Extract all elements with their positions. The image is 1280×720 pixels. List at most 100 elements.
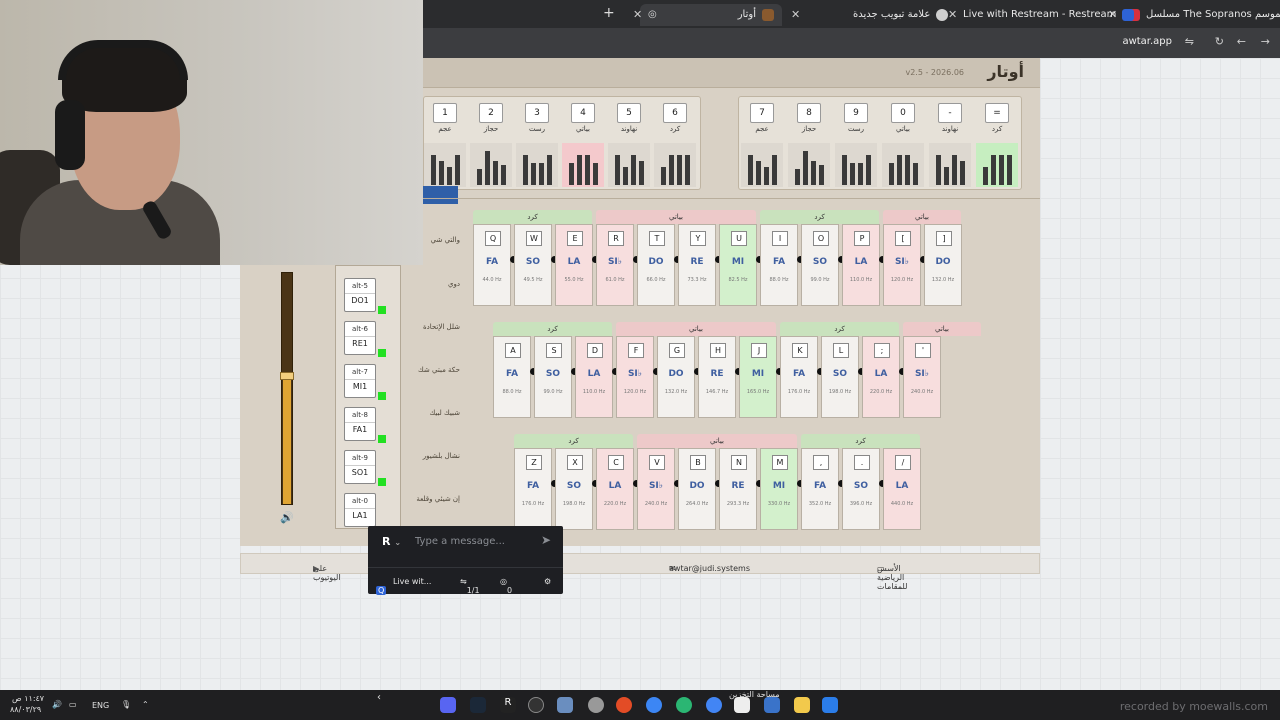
volume-slider-handle[interactable] [280, 372, 294, 380]
note-key[interactable]: ' SI♭ 240.0 Hz [903, 336, 941, 418]
note-key[interactable]: M MI 330.0 Hz [760, 448, 798, 530]
alt-key[interactable]: alt-0 LA1 [344, 493, 376, 527]
preset-9[interactable]: 9 رست [835, 103, 877, 187]
forward-icon[interactable]: → [1261, 35, 1270, 48]
preset-bars [470, 143, 512, 187]
note-key[interactable]: E LA 55.0 Hz [555, 224, 593, 306]
language-indicator[interactable]: ENG [92, 701, 109, 710]
chrome-alt-icon[interactable] [676, 697, 692, 713]
send-icon[interactable]: ➤ [541, 533, 551, 547]
divider [423, 198, 1040, 199]
note-key[interactable]: V SI♭ 240.0 Hz [637, 448, 675, 530]
chevron-left-icon[interactable]: ‹ [377, 692, 381, 703]
note-key[interactable]: X SO 198.0 Hz [555, 448, 593, 530]
preset-4[interactable]: 4 بياتي [562, 103, 604, 187]
alt-key[interactable]: alt-7 MI1 [344, 364, 376, 398]
steam-icon[interactable] [470, 697, 486, 713]
preset-3[interactable]: 3 رست [516, 103, 558, 187]
discord-icon[interactable] [440, 697, 456, 713]
browser-tab-sopranos[interactable]: مسلسل The Sopranos الموسم [1120, 4, 1280, 26]
note-key[interactable]: G DO 132.0 Hz [657, 336, 695, 418]
note-key[interactable]: T DO 66.0 Hz [637, 224, 675, 306]
note-key[interactable]: H RE 146.7 Hz [698, 336, 736, 418]
note-key[interactable]: Y RE 73.3 Hz [678, 224, 716, 306]
note-key[interactable]: ; LA 220.0 Hz [862, 336, 900, 418]
note-key[interactable]: . SO 396.0 Hz [842, 448, 880, 530]
url-text[interactable]: awtar.app [1122, 36, 1172, 47]
reload-icon[interactable]: ↻ [1215, 35, 1224, 48]
alt-key[interactable]: alt-8 FA1 [344, 407, 376, 441]
alt-key[interactable]: alt-5 DO1 [344, 278, 376, 312]
preset-2[interactable]: 2 حجاز [470, 103, 512, 187]
speaker-icon[interactable]: 🔊 [280, 511, 294, 524]
key-cap: R [608, 231, 624, 246]
preset-7[interactable]: 7 عجم [741, 103, 783, 187]
note-key[interactable]: B DO 264.0 Hz [678, 448, 716, 530]
browser-tab-newtab[interactable]: علامة تبويب جديدة [845, 4, 956, 26]
note-key[interactable]: P LA 110.0 Hz [842, 224, 880, 306]
note-key[interactable]: W SO 49.5 Hz [514, 224, 552, 306]
note-key[interactable]: N RE 293.3 Hz [719, 448, 757, 530]
gear-icon[interactable] [588, 697, 604, 713]
note-key[interactable]: C LA 220.0 Hz [596, 448, 634, 530]
note-key[interactable]: S SO 99.0 Hz [534, 336, 572, 418]
tray-expand-icon[interactable]: ⌃ [142, 700, 149, 709]
alt-keys-column: alt-5 DO1 alt-6 RE1 alt-7 MI1 alt-8 FA1 alt-… [335, 265, 401, 529]
folder-icon[interactable] [794, 697, 810, 713]
mic-tray-icon[interactable]: 🎙 [121, 700, 131, 709]
preset-minus[interactable]: - نهاوند [929, 103, 971, 187]
maqam-label: كرد [514, 434, 633, 448]
restream-taskbar-icon[interactable]: R [500, 697, 516, 713]
key-cap: C [608, 455, 624, 470]
chat-message-input[interactable]: Type a message... [415, 536, 505, 547]
preset-bars [976, 143, 1018, 187]
note-key[interactable]: D LA 110.0 Hz [575, 336, 613, 418]
new-tab-icon[interactable]: + [603, 5, 615, 21]
notepad-icon[interactable] [734, 697, 750, 713]
preset-6[interactable]: 6 كرد [654, 103, 696, 187]
preset-1[interactable]: 1 عجم [424, 103, 466, 187]
close-tab-icon[interactable]: ✕ [783, 4, 808, 26]
note-key[interactable]: K FA 176.0 Hz [780, 336, 818, 418]
note-key[interactable]: A FA 88.0 Hz [493, 336, 531, 418]
close-tab-icon[interactable]: ✕ [625, 4, 650, 26]
chrome-profile-icon[interactable] [646, 697, 662, 713]
note-key[interactable]: Q FA 44.0 Hz [473, 224, 511, 306]
preset-8[interactable]: 8 حجاز [788, 103, 830, 187]
preset-0[interactable]: 0 بياتي [882, 103, 924, 187]
chrome-icon[interactable] [616, 697, 632, 713]
note-key[interactable]: O SO 99.0 Hz [801, 224, 839, 306]
volume-tray-icon[interactable]: 🔊 [52, 700, 62, 709]
clock-date[interactable]: ٨٨/٠٣/٢٩ [10, 705, 41, 714]
app-icon[interactable] [764, 697, 780, 713]
note-key[interactable]: L SO 198.0 Hz [821, 336, 859, 418]
settings-app-icon[interactable] [557, 697, 573, 713]
alt-key[interactable]: alt-9 SO1 [344, 450, 376, 484]
note-key[interactable]: [SI♭ 120.0 Hz [883, 224, 921, 306]
led-indicator [378, 306, 386, 314]
note-key[interactable]: F SI♭ 120.0 Hz [616, 336, 654, 418]
obs-icon[interactable] [528, 697, 544, 713]
note-key[interactable]: Z FA 176.0 Hz [514, 448, 552, 530]
preset-equals[interactable]: = كرد [976, 103, 1018, 187]
note-key[interactable]: , FA 352.0 Hz [801, 448, 839, 530]
row-label: نشال بلشيور [422, 452, 460, 460]
chrome-alt2-icon[interactable] [706, 697, 722, 713]
site-settings-icon[interactable]: ⇋ [1185, 35, 1194, 48]
browser-tab-restream[interactable]: Live with Restream - Restream [955, 4, 1142, 26]
note-key[interactable]: ] DO 132.0 Hz [924, 224, 962, 306]
clock-time[interactable]: ١١:٤٧ ص [12, 694, 44, 703]
display-tray-icon[interactable]: ▭ [69, 700, 77, 709]
note-key[interactable]: I FA 88.0 Hz [760, 224, 798, 306]
channel-name[interactable]: Live wit... [393, 577, 431, 586]
settings-icon[interactable]: ⚙ [544, 577, 551, 586]
back-icon[interactable]: ← [1237, 35, 1246, 48]
browser-tab-awtar[interactable]: ◎ أوتار [640, 4, 782, 26]
note-key[interactable]: J MI 165.0 Hz [739, 336, 777, 418]
windows-start-icon[interactable] [822, 697, 838, 713]
preset-5[interactable]: 5 نهاوند [608, 103, 650, 187]
alt-key[interactable]: alt-6 RE1 [344, 321, 376, 355]
note-key[interactable]: R SI♭ 61.0 Hz [596, 224, 634, 306]
note-key[interactable]: U MI 82.5 Hz [719, 224, 757, 306]
note-key[interactable]: / LA 440.0 Hz [883, 448, 921, 530]
